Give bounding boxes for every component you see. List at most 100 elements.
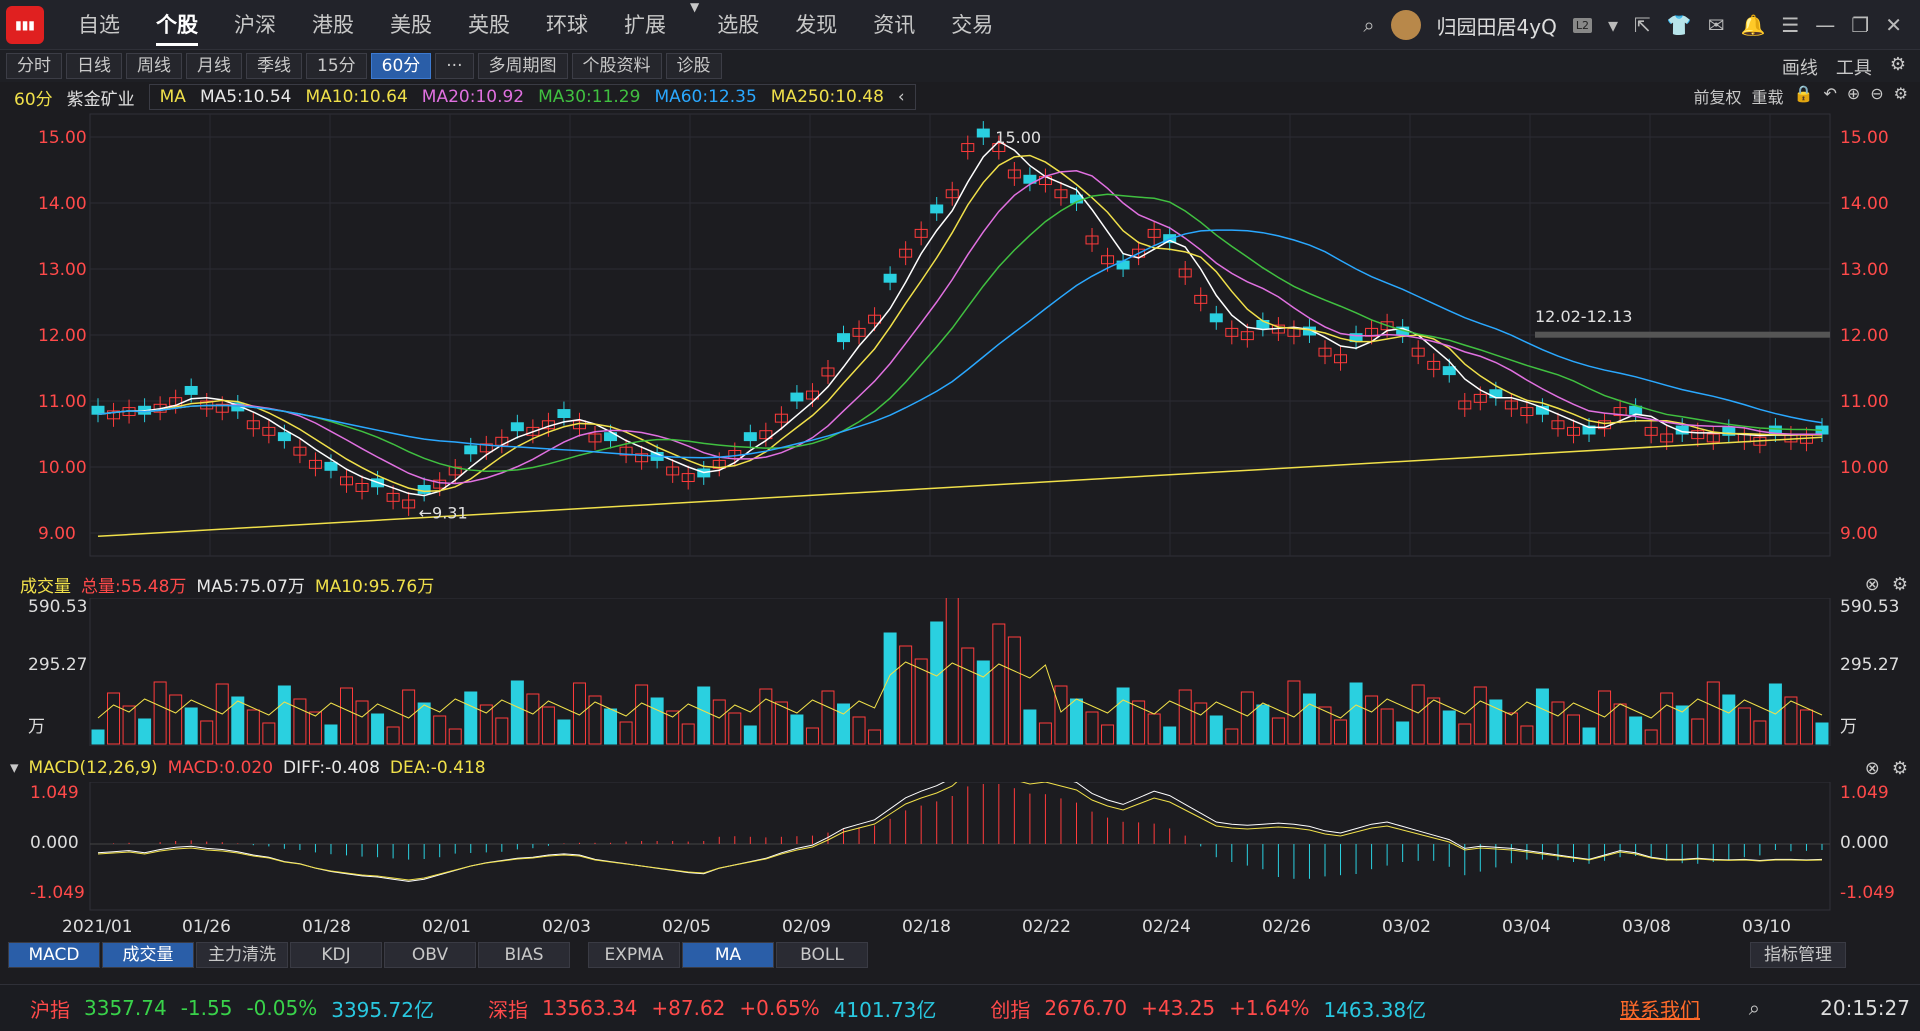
kline-chart[interactable]: 15.00 15.00 14.00 14.00 13.00 13.00 12.00 12.00…	[0, 112, 1920, 564]
nav-tab[interactable]: 英股	[450, 0, 528, 50]
nav-tab[interactable]: 扩展	[606, 0, 684, 50]
contact-link[interactable]: 联系我们	[1620, 994, 1700, 1023]
period-button[interactable]: 分时	[6, 53, 62, 79]
volume-bar	[557, 719, 571, 745]
period-button[interactable]: 诊股	[665, 53, 722, 79]
volume-bar	[402, 689, 416, 745]
macd-tick-left: 1.049	[30, 783, 79, 803]
minimize-icon[interactable]: —	[1815, 13, 1835, 37]
period-button[interactable]: 周线	[126, 53, 182, 79]
indicator-tab[interactable]: MACD	[8, 942, 100, 968]
nav-tab[interactable]: 沪深	[216, 0, 294, 50]
period-button[interactable]: 60分	[370, 53, 432, 79]
price-tick-left: 15.00	[38, 128, 87, 148]
volume-chart[interactable]: 590.53 590.53 295.27 295.27 万 万	[0, 598, 1920, 746]
chart-frame	[89, 598, 1831, 746]
candle	[930, 204, 944, 214]
volume-bar	[759, 688, 773, 745]
ma-bar: 60分 紫金矿业 MA MA5:10.54 MA10:10.64 MA20:10…	[0, 82, 1920, 112]
cy-index-value: 2676.70	[1044, 996, 1128, 1020]
price-tick-left: 14.00	[38, 194, 87, 214]
bell-icon[interactable]: 🔔	[1740, 13, 1765, 37]
period-button[interactable]: 月线	[186, 53, 242, 79]
period-button[interactable]: 个股资料	[571, 53, 662, 79]
gear-icon[interactable]: ⚙	[1892, 758, 1908, 779]
nav-tab[interactable]: 资讯	[855, 0, 933, 50]
period-button[interactable]: 季线	[246, 53, 302, 79]
search-icon[interactable]: ⌕	[1363, 13, 1374, 37]
tools-button[interactable]: 工具	[1836, 54, 1872, 80]
nav-tab[interactable]: 港股	[294, 0, 372, 50]
close-icon[interactable]: ⊗	[1865, 574, 1880, 595]
collapse-icon[interactable]: ‹	[898, 87, 905, 107]
indicator-tab[interactable]: OBV	[384, 942, 476, 968]
nav-tab[interactable]: 美股	[372, 0, 450, 50]
macd-dea: DEA:-0.418	[389, 758, 486, 778]
ma10-label: MA10:10.64	[305, 87, 408, 107]
volume-bar	[728, 712, 742, 745]
sh-index-name[interactable]: 沪指	[30, 994, 70, 1023]
indicator-tab[interactable]: MA	[682, 942, 774, 968]
indicator-tab[interactable]: 成交量	[102, 942, 194, 968]
indicator-tab[interactable]: KDJ	[290, 942, 382, 968]
menu-icon[interactable]: ☰	[1781, 13, 1799, 37]
nav-tab[interactable]: 发现	[777, 0, 855, 50]
volume-bar	[1209, 715, 1223, 745]
indicator-manage-button[interactable]: 指标管理	[1750, 942, 1846, 968]
gear-icon[interactable]: ⚙	[1890, 54, 1906, 80]
lock-icon[interactable]: 🔒	[1794, 84, 1814, 108]
period-button[interactable]: 15分	[306, 53, 367, 79]
zoom-in-icon[interactable]: ⊕	[1847, 84, 1860, 108]
zoom-out-icon[interactable]: ⊖	[1870, 84, 1883, 108]
volume-bar	[340, 687, 354, 745]
period-button[interactable]: 日线	[66, 53, 122, 79]
period-button[interactable]: 多周期图	[477, 53, 568, 79]
sz-index-change: +87.62	[651, 996, 726, 1020]
volume-bar	[1302, 693, 1316, 745]
close-icon[interactable]: ✕	[1885, 13, 1902, 37]
share-icon[interactable]: ⇱	[1634, 13, 1651, 37]
nav-tab[interactable]: 选股	[699, 0, 777, 50]
indicator-tab[interactable]: EXPMA	[588, 942, 680, 968]
expand-icon[interactable]: ▾	[10, 758, 19, 778]
volume-bar	[666, 710, 680, 745]
avatar[interactable]	[1390, 10, 1421, 40]
date-tick: 02/09	[782, 917, 831, 937]
cy-index-name[interactable]: 创指	[990, 994, 1030, 1023]
gear-icon[interactable]: ⚙	[1892, 574, 1908, 595]
indicator-tab[interactable]: BOLL	[776, 942, 868, 968]
undo-icon[interactable]: ↶	[1823, 84, 1836, 108]
draw-line-button[interactable]: 画线	[1782, 54, 1818, 80]
nav-tab[interactable]: 个股	[138, 0, 216, 50]
shirt-icon[interactable]: 👕	[1667, 13, 1692, 37]
nav-tab[interactable]: 环球	[528, 0, 606, 50]
reload-button[interactable]: 重载	[1752, 84, 1784, 108]
volume-bar	[992, 623, 1006, 745]
volume-bar	[1582, 727, 1596, 745]
sz-index-name[interactable]: 深指	[488, 994, 528, 1023]
volume-tick-left: 590.53	[28, 598, 87, 617]
adjust-button[interactable]: 前复权	[1693, 84, 1741, 108]
volume-bar	[1225, 728, 1239, 745]
mail-icon[interactable]: ✉	[1708, 13, 1725, 37]
search-icon[interactable]: ⌕	[1749, 996, 1760, 1020]
macd-chart[interactable]: 1.049 1.049 0.000 0.000 -1.049 -1.049 2021/01 0…	[0, 782, 1920, 942]
dropdown-icon[interactable]: ▾	[1608, 13, 1618, 37]
settings-icon[interactable]: ⚙	[1894, 84, 1908, 108]
ma-legend[interactable]: MA MA5:10.54 MA10:10.64 MA20:10.92 MA30:…	[148, 84, 916, 110]
nav-tab[interactable]: 自选	[60, 0, 138, 50]
volume-bar	[308, 711, 322, 745]
indicator-tab[interactable]: 主力清洗	[196, 942, 288, 968]
date-tick: 02/01	[422, 917, 471, 937]
period-button[interactable]: ···	[435, 53, 474, 79]
index-status-bar: 沪指 3357.74 -1.55 -0.05% 3395.72亿 深指 1356…	[0, 984, 1920, 1031]
price-tick-left: 9.00	[38, 524, 76, 544]
indicator-tab[interactable]: BIAS	[478, 942, 570, 968]
clock: 20:15:27	[1820, 996, 1910, 1020]
close-icon[interactable]: ⊗	[1865, 758, 1880, 779]
ma60-line	[97, 229, 1823, 459]
username[interactable]: 归园田居4yQ	[1437, 11, 1557, 40]
nav-tab[interactable]: 交易	[933, 0, 1011, 50]
restore-icon[interactable]: ❐	[1851, 13, 1869, 37]
